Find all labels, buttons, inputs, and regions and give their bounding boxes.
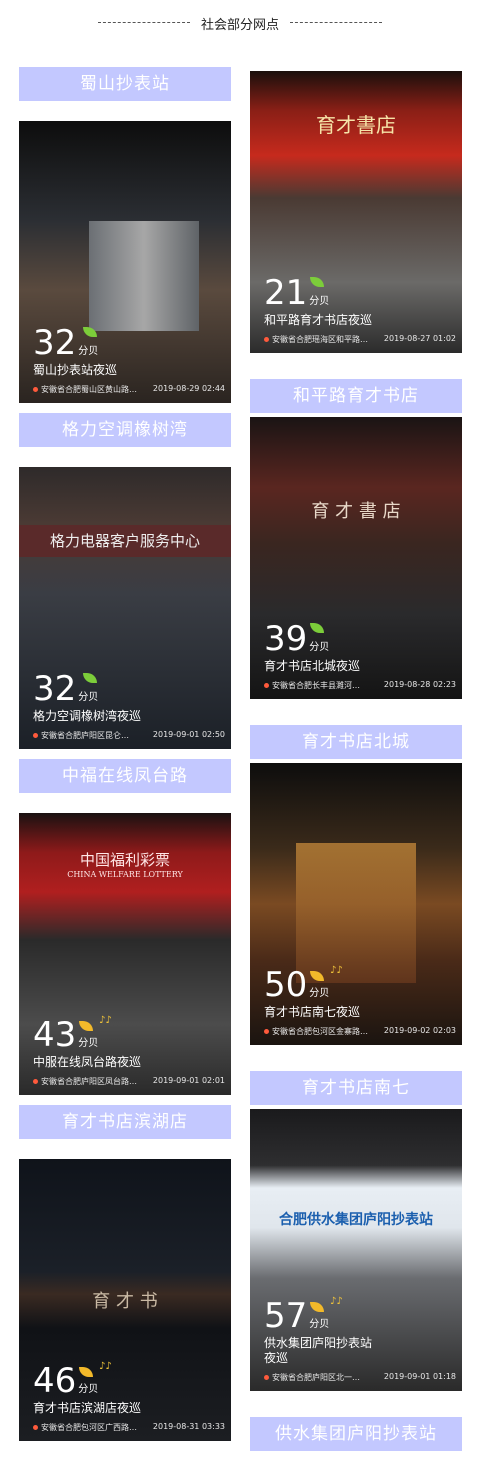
location-text: 安徽省合肥庐阳区北一… [272,1373,360,1382]
record-description: 格力空调橡树湾夜巡 [33,709,142,723]
record-meta: 安徽省合肥庐阳区昆仑… 2019-09-01 02:50 [33,730,225,741]
record-description: 育才书店滨湖店夜巡 [33,1401,142,1415]
datetime-text: 2019-09-01 02:01 [152,1076,225,1085]
music-notes-icon: ♪♪ [330,965,343,976]
record-meta: 安徽省合肥包河区金寨路… 2019-09-02 02:03 [264,1026,456,1037]
location-pin-icon [33,387,38,392]
decibel-value: 32 [33,669,77,709]
decibel-value: 32 [33,323,77,363]
location-text: 安徽省合肥庐阳区昆仑… [41,731,129,740]
location-pin-icon [264,683,269,688]
record-description: 中服在线凤台路夜巡 [33,1055,142,1069]
storefront-sign: 中国福利彩票 [79,851,170,869]
location-text: 安徽省合肥长丰县濉河… [272,681,360,690]
record-description: 供水集团庐阳抄表站夜巡 [264,1336,373,1365]
decibel-unit: 分贝 [78,1038,99,1049]
station-photo[interactable]: 格力电器客户服务中心 32 分贝 格力空调橡树湾夜巡 安徽省合肥庐阳区昆仑… 201… [19,467,231,749]
station-photo[interactable]: 育 才 书 46 分贝 ♪♪ 育才书店滨湖店夜巡 安徽省合肥包河区广西路… 2019… [19,1159,231,1441]
station-label[interactable]: 蜀山抄表站 [19,67,231,101]
location-text: 安徽省合肥包河区金寨路… [272,1027,368,1036]
decibel-unit: 分贝 [309,642,330,653]
record-description: 和平路育才书店夜巡 [264,313,373,327]
storefront-sign: 格力电器客户服务中心 [19,525,231,557]
storefront-sign: 育才書店 [316,113,396,137]
decibel-unit: 分贝 [78,346,99,357]
leaf-icon [310,971,324,981]
datetime-text: 2019-09-01 02:50 [152,730,225,739]
record-description: 育才书店南七夜巡 [264,1005,361,1019]
record-description: 蜀山抄表站夜巡 [33,363,118,377]
location-text: 安徽省合肥庐阳区凤台路… [41,1077,137,1086]
divider-right [290,22,382,23]
record-meta: 安徽省合肥瑶海区和平路… 2019-08-27 01:02 [264,334,456,345]
location-pin-icon [264,337,269,342]
record-meta: 安徽省合肥包河区广西路… 2019-08-31 03:33 [33,1422,225,1433]
datetime-text: 2019-08-27 01:02 [383,334,456,343]
station-label[interactable]: 和平路育才书店 [250,379,462,413]
location-pin-icon [264,1375,269,1380]
leaf-icon [79,1367,93,1377]
music-notes-icon: ♪♪ [99,1361,112,1372]
leaf-icon [79,1021,93,1031]
section-header: 社会部分网点 [0,14,480,40]
record-meta: 安徽省合肥蜀山区黄山路… 2019-08-29 02:44 [33,384,225,395]
storefront-sign: 育 才 書 店 [311,501,401,522]
datetime-text: 2019-08-28 02:23 [383,680,456,689]
location-pin-icon [33,1425,38,1430]
decibel-unit: 分贝 [309,988,330,999]
datetime-text: 2019-09-02 02:03 [383,1026,456,1035]
music-notes-icon: ♪♪ [99,1015,112,1026]
location-text: 安徽省合肥瑶海区和平路… [272,335,368,344]
storefront-sign: 合肥供水集团庐阳抄表站 [279,1212,433,1228]
datetime-text: 2019-08-29 02:44 [152,384,225,393]
station-photo[interactable]: 合肥供水集团庐阳抄表站 57 分贝 ♪♪ 供水集团庐阳抄表站夜巡 安徽省合肥庐阳区… [250,1109,462,1391]
station-photo[interactable]: 育 才 書 店 39 分贝 育才书店北城夜巡 安徽省合肥长丰县濉河… 2019-08… [250,417,462,699]
leaf-icon [310,623,324,633]
leaf-icon [310,277,324,287]
leaf-icon [83,673,97,683]
datetime-text: 2019-09-01 01:18 [383,1372,456,1381]
decibel-value: 46 [33,1361,77,1401]
decibel-value: 43 [33,1015,77,1055]
decibel-value: 57 [264,1296,308,1336]
gate-structure [296,843,416,983]
location-pin-icon [33,1079,38,1084]
station-photo[interactable]: 32 分贝 蜀山抄表站夜巡 安徽省合肥蜀山区黄山路… 2019-08-29 02:4… [19,121,231,403]
music-notes-icon: ♪♪ [330,1296,343,1307]
datetime-text: 2019-08-31 03:33 [152,1422,225,1431]
decibel-value: 21 [264,273,308,313]
location-pin-icon [264,1029,269,1034]
decibel-unit: 分贝 [78,692,99,703]
storefront-sign-en: CHINA WELFARE LOTTERY [67,870,183,879]
record-description: 育才书店北城夜巡 [264,659,361,673]
storefront-sign: 育 才 书 [92,1291,158,1312]
decibel-unit: 分贝 [309,1319,330,1330]
station-label[interactable]: 育才书店北城 [250,725,462,759]
record-meta: 安徽省合肥长丰县濉河… 2019-08-28 02:23 [264,680,456,691]
decibel-unit: 分贝 [78,1384,99,1395]
record-meta: 安徽省合肥庐阳区北一… 2019-09-01 01:18 [264,1372,456,1383]
location-pin-icon [33,733,38,738]
decibel-value: 50 [264,965,308,1005]
station-label[interactable]: 格力空调橡树湾 [19,413,231,447]
station-label[interactable]: 中福在线凤台路 [19,759,231,793]
station-label[interactable]: 育才书店南七 [250,1071,462,1105]
location-text: 安徽省合肥包河区广西路… [41,1423,137,1432]
decibel-unit: 分贝 [309,296,330,307]
station-photo[interactable]: 50 分贝 ♪♪ 育才书店南七夜巡 安徽省合肥包河区金寨路… 2019-09-02 … [250,763,462,1045]
metal-gate [89,221,199,331]
station-photo[interactable]: 中国福利彩票 CHINA WELFARE LOTTERY 43 分贝 ♪♪ 中服在… [19,813,231,1095]
leaf-icon [310,1302,324,1312]
record-meta: 安徽省合肥庐阳区凤台路… 2019-09-01 02:01 [33,1076,225,1087]
section-title: 社会部分网点 [200,18,279,33]
location-text: 安徽省合肥蜀山区黄山路… [41,385,137,394]
station-photo[interactable]: 育才書店 21 分贝 和平路育才书店夜巡 安徽省合肥瑶海区和平路… 2019-08-… [250,71,462,353]
leaf-icon [83,327,97,337]
station-label[interactable]: 育才书店滨湖店 [19,1105,231,1139]
station-label[interactable]: 供水集团庐阳抄表站 [250,1417,462,1451]
decibel-value: 39 [264,619,308,659]
